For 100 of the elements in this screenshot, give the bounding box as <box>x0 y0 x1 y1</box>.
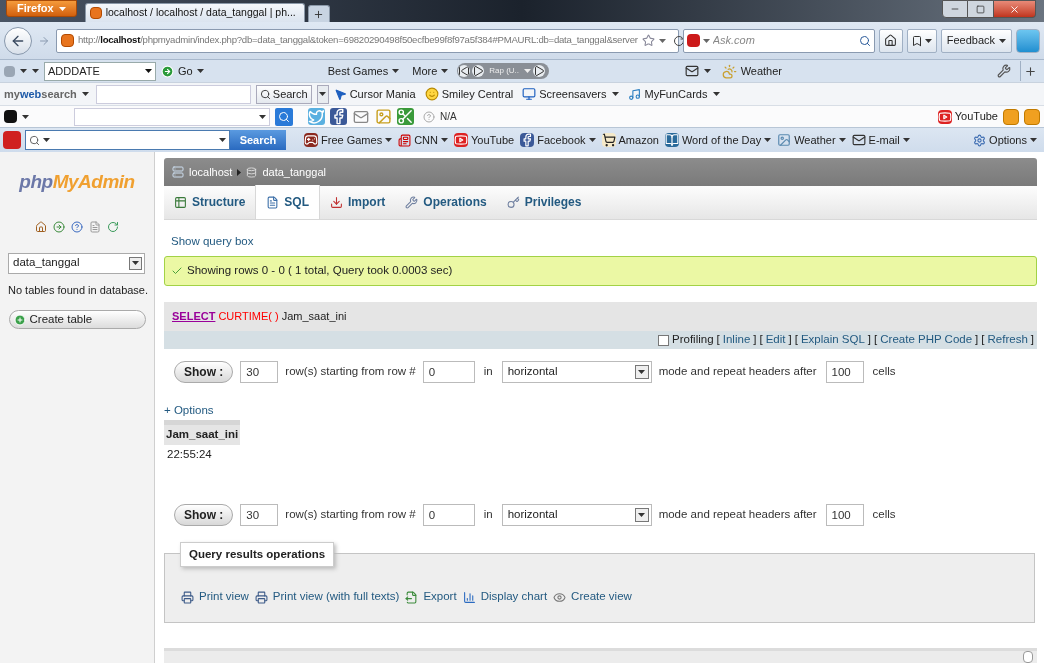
database-icon <box>246 166 258 178</box>
action-link[interactable]: Explain SQL <box>800 331 865 349</box>
bookmark-link[interactable]: Weather <box>777 131 836 149</box>
start-row-field[interactable]: 0 <box>422 361 475 384</box>
caret-icon <box>638 370 646 375</box>
web-search-field[interactable]: Ask.com <box>712 32 856 49</box>
close-button[interactable] <box>994 0 1036 18</box>
breadcrumb-link[interactable]: localhost <box>189 163 233 181</box>
breadcrumb-link[interactable]: data_tanggal <box>262 163 327 181</box>
home-icon[interactable] <box>35 220 47 233</box>
repeat-label: mode and repeat headers after <box>658 364 817 380</box>
status-text: N/A <box>440 110 457 124</box>
exit-icon[interactable] <box>53 220 65 233</box>
search-field[interactable] <box>95 84 251 104</box>
action-link[interactable]: Inline <box>722 331 751 349</box>
in-label: in <box>482 507 494 523</box>
action-link[interactable]: Refresh <box>987 331 1028 349</box>
operation-link[interactable]: Print view <box>181 588 249 606</box>
column-header[interactable]: Jam_saat_ini <box>164 422 241 445</box>
bookmark-link[interactable]: Free Games <box>304 131 383 149</box>
database-dropdown[interactable]: data_tanggal <box>8 252 145 274</box>
twitter-icon[interactable] <box>308 108 325 125</box>
repeat-field[interactable]: 100 <box>825 361 864 384</box>
action-link[interactable]: Edit <box>765 331 786 349</box>
tab[interactable]: Privileges <box>496 185 592 220</box>
bookmarks-button[interactable] <box>906 28 937 53</box>
facebook-icon[interactable] <box>330 108 347 125</box>
action-link[interactable]: Create PHP Code <box>880 331 973 349</box>
tab[interactable]: Structure <box>164 185 256 220</box>
options-button[interactable]: Options <box>973 131 1037 149</box>
minimize-button[interactable] <box>942 0 968 18</box>
show-button[interactable]: Show : <box>174 503 234 526</box>
plus-icon <box>313 8 325 20</box>
search-options-button[interactable] <box>316 84 329 104</box>
bing-search-field[interactable] <box>74 107 270 126</box>
bracket: [ <box>981 332 985 348</box>
browser-tab[interactable]: localhost / localhost / data_tanggal | ph... <box>84 3 305 22</box>
home-button[interactable] <box>878 28 903 53</box>
toolbar-link[interactable]: Smiley Central <box>424 85 514 103</box>
reload-icon[interactable] <box>672 34 685 47</box>
operation-link[interactable]: Display chart <box>462 588 548 606</box>
caret-icon <box>196 69 204 73</box>
wrench-icon[interactable] <box>997 64 1011 78</box>
rows-field[interactable]: 30 <box>240 503 279 526</box>
toolbar-link[interactable]: MyFunCards <box>628 85 708 103</box>
key-icon <box>506 195 520 209</box>
bookmark-link[interactable]: E-mail <box>851 131 900 149</box>
toolbar-link[interactable]: Screensavers <box>522 85 607 103</box>
scissors-icon[interactable] <box>397 108 414 125</box>
bookmark-link[interactable]: YouTube <box>454 131 515 149</box>
repeat-field[interactable]: 100 <box>825 503 864 526</box>
create-table-button[interactable]: Create table <box>8 310 146 329</box>
weather-button[interactable]: Weather <box>721 62 782 80</box>
search-button[interactable] <box>275 107 293 126</box>
music-note-icon <box>628 87 642 101</box>
mode-dropdown[interactable]: horizontal <box>501 361 652 384</box>
show-button[interactable]: Show : <box>174 361 234 384</box>
maximize-button[interactable] <box>968 0 994 18</box>
tab[interactable]: SQL <box>255 185 320 220</box>
feedback-button[interactable]: Feedback <box>940 28 1012 53</box>
operation-link[interactable]: Print view (with full texts) <box>254 588 400 606</box>
star-icon[interactable] <box>641 34 655 47</box>
help-icon <box>423 110 435 123</box>
play-icon[interactable] <box>472 65 485 77</box>
play-icon[interactable] <box>533 65 546 77</box>
bookmark-link[interactable]: Facebook <box>520 131 586 149</box>
bookmark-link[interactable]: Amazon <box>601 131 659 149</box>
back-button[interactable] <box>4 26 32 55</box>
caret-icon <box>58 6 66 11</box>
previous-icon[interactable] <box>458 65 471 77</box>
toolbar-menu[interactable]: Best Games <box>323 62 404 80</box>
photo-icon[interactable] <box>375 108 392 125</box>
function-dropdown[interactable]: ADDDATE <box>44 61 156 81</box>
tab[interactable]: Operations <box>395 185 497 220</box>
toolbar-menu[interactable]: More <box>408 62 453 80</box>
phpmyadmin-logo[interactable]: phpMyAdmin <box>19 168 135 197</box>
toolbar-link[interactable]: Cursor Mania <box>333 85 416 103</box>
profiling-checkbox[interactable] <box>658 334 669 346</box>
operation-link[interactable]: Create view <box>553 588 632 606</box>
youtube-link[interactable]: YouTube <box>937 108 998 125</box>
bookmark-link[interactable]: Word of the Day <box>664 131 762 149</box>
rows-field[interactable]: 30 <box>240 361 279 384</box>
operation-link[interactable]: Export <box>405 588 457 606</box>
help-icon[interactable] <box>71 220 83 233</box>
document-icon[interactable] <box>89 220 101 233</box>
mail-icon[interactable] <box>684 64 699 78</box>
search-button[interactable]: Search <box>230 130 286 150</box>
new-tab-button[interactable] <box>307 5 330 22</box>
show-query-link[interactable]: Show query box <box>171 233 254 251</box>
bracket: ] <box>867 332 872 348</box>
ask-search-field[interactable] <box>25 130 230 150</box>
options-link[interactable]: + Options <box>164 402 214 420</box>
mode-dropdown[interactable]: horizontal <box>501 503 652 526</box>
plus-icon <box>1024 64 1037 78</box>
go-button[interactable]: Go <box>161 62 204 80</box>
search-button[interactable]: Search <box>255 84 312 104</box>
start-row-field[interactable]: 0 <box>422 503 475 526</box>
bookmark-link[interactable]: CNN <box>398 131 438 149</box>
tab[interactable]: Import <box>320 185 396 220</box>
web-search-box[interactable]: Ask.com <box>682 28 875 53</box>
